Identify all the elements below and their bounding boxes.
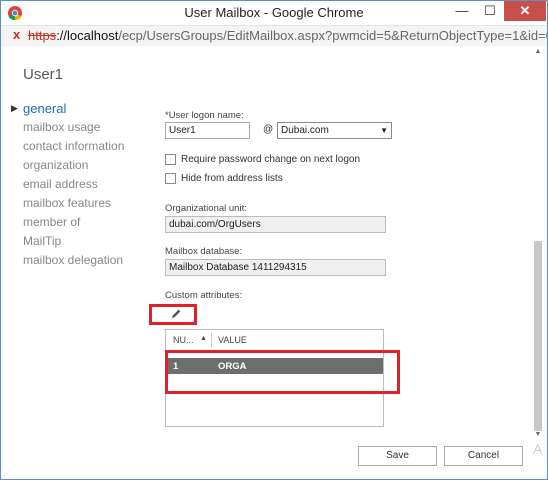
scroll-up-icon[interactable]: ▲ [531,48,545,55]
sort-up-icon: ▲ [200,335,207,342]
save-button[interactable]: Save [358,446,437,466]
nav-item-mailbox-features[interactable]: mailbox features [9,194,149,213]
maximize-button[interactable]: ☐ [476,1,504,21]
url-path: /ecp/UsersGroups/EditMailbox.aspx?pwmcid… [118,28,547,43]
custom-attributes-label: Custom attributes: [165,290,243,301]
nav-item-label: general [23,101,67,116]
close-button[interactable]: ✕ [504,1,546,21]
address-bar[interactable]: x https://localhost/ecp/UsersGroups/Edit… [1,25,547,47]
nav-item-general[interactable]: ▶ general [9,99,149,118]
scrollbar-thumb[interactable] [534,241,542,431]
column-header-number[interactable]: NU... [173,335,194,345]
scroll-down-icon[interactable]: ▼ [531,431,545,438]
nav-item-contact-information[interactable]: contact information [9,137,149,156]
nav-item-member-of[interactable]: member of [9,213,149,232]
domain-select[interactable]: Dubai.com ▼ [277,122,392,139]
url-host: ://localhost [56,28,119,43]
logon-name-input[interactable]: User1 [165,122,250,139]
active-arrow-icon: ▶ [11,103,18,113]
mailbox-database-label: Mailbox database: [165,246,243,257]
url-text[interactable]: https://localhost/ecp/UsersGroups/EditMa… [28,28,547,43]
require-password-change-row[interactable]: Require password change on next logon [165,154,360,165]
nav-item-organization[interactable]: organization [9,156,149,175]
title-bar: User Mailbox - Google Chrome — ☐ ✕ [1,1,547,25]
require-password-change-checkbox[interactable] [165,154,176,165]
hide-from-address-lists-row[interactable]: Hide from address lists [165,173,283,184]
dropdown-arrow-icon: ▼ [380,126,388,135]
minimize-button[interactable]: — [448,1,476,21]
mailbox-database-field: Mailbox Database 1411294315 [165,259,386,276]
hide-from-address-lists-checkbox[interactable] [165,173,176,184]
nav-item-mailbox-usage[interactable]: mailbox usage [9,118,149,137]
insecure-icon: x [13,27,21,42]
highlight-row-box [165,350,400,394]
logon-name-label: *User logon name: [165,110,244,121]
sidebar-nav: ▶ general mailbox usage contact informat… [9,99,149,270]
watermark-text: A [533,441,543,457]
at-symbol: @ [263,124,274,135]
column-header-value[interactable]: VALUE [218,335,247,345]
highlight-edit-box [149,304,197,325]
browser-window: User Mailbox - Google Chrome — ☐ ✕ x htt… [0,0,548,480]
require-password-change-label: Require password change on next logon [181,154,361,166]
dialog-content: User1 ▶ general mailbox usage contact in… [1,46,547,479]
nav-item-email-address[interactable]: email address [9,175,149,194]
hide-from-address-lists-label: Hide from address lists [181,173,283,185]
organizational-unit-label: Organizational unit: [165,203,247,214]
column-divider [211,333,212,347]
page-title: User1 [23,66,64,83]
grid-header: NU... ▲ VALUE [166,330,383,351]
organizational-unit-field: dubai.com/OrgUsers [165,216,386,233]
nav-item-mailtip[interactable]: MailTip [9,232,149,251]
nav-item-mailbox-delegation[interactable]: mailbox delegation [9,251,149,270]
url-scheme: https [28,28,57,43]
dialog-button-bar: Save Cancel [1,441,547,479]
vertical-scrollbar[interactable]: ▲ ▼ [531,46,545,479]
cancel-button[interactable]: Cancel [444,446,523,466]
domain-select-value: Dubai.com [281,125,329,136]
